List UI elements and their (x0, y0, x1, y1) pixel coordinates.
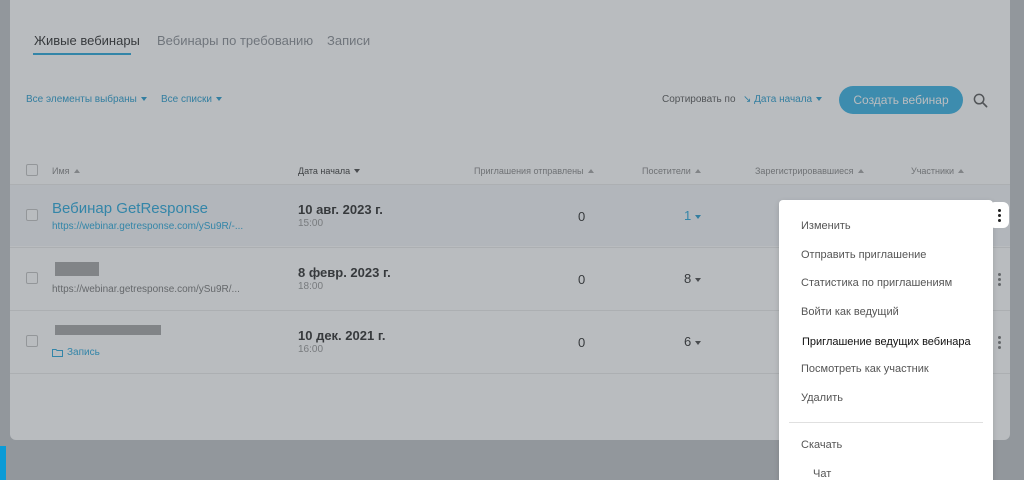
menu-item-chat[interactable]: Чат (813, 468, 831, 480)
menu-item-download[interactable]: Скачать (801, 439, 842, 451)
menu-item-view-as-participant[interactable]: Посмотреть как участник (801, 363, 929, 375)
menu-divider (789, 422, 983, 423)
menu-item-enter-as-host[interactable]: Войти как ведущий (801, 306, 899, 318)
side-accent-bar (0, 446, 6, 480)
menu-item-send-invite[interactable]: Отправить приглашение (801, 249, 926, 261)
menu-item-invite-stats[interactable]: Статистика по приглашениям (801, 277, 952, 289)
menu-item-invite-hosts[interactable]: Приглашение ведущих вебинара (792, 328, 980, 355)
menu-item-edit[interactable]: Изменить (801, 220, 851, 232)
menu-item-delete[interactable]: Удалить (801, 392, 843, 404)
row-more-icon-active[interactable] (989, 202, 1009, 228)
